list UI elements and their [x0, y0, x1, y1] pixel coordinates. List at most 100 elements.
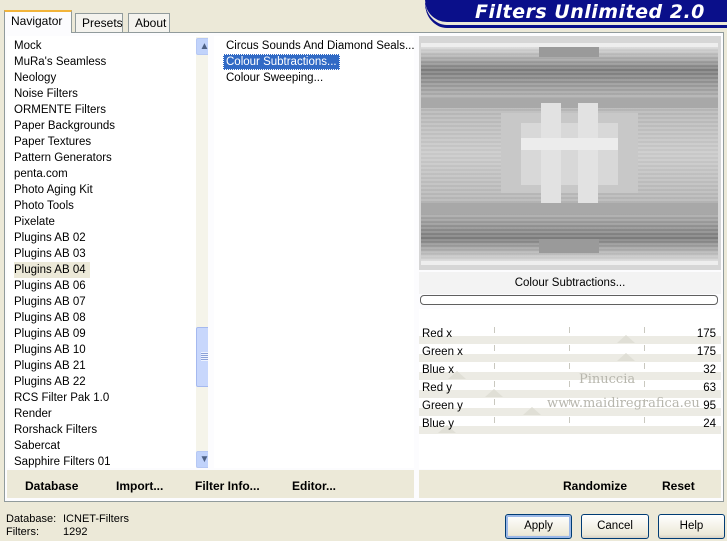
help-button[interactable]: Help	[658, 514, 725, 539]
category-item[interactable]: RCS Filter Pak 1.0	[14, 390, 113, 406]
apply-button[interactable]: Apply	[505, 514, 572, 539]
category-scrollbar[interactable]: ▲ ▼	[196, 37, 208, 468]
category-item[interactable]: Plugins AB 21	[14, 358, 90, 374]
category-item[interactable]: Plugins AB 04	[14, 262, 90, 278]
category-item[interactable]: Rorshack Filters	[14, 422, 101, 438]
slider-thumb[interactable]	[523, 407, 541, 415]
right-button-bar: Randomize Reset	[419, 470, 721, 498]
filters-count: 1292	[63, 526, 88, 538]
current-filter-name: Colour Subtractions...	[419, 272, 721, 294]
category-item[interactable]: Plugins AB 03	[14, 246, 90, 262]
category-item[interactable]: Photo Aging Kit	[14, 182, 97, 198]
preview-image	[421, 43, 718, 265]
app-title-banner: Filters Unlimited 2.0	[425, 0, 727, 25]
category-item[interactable]: Mock	[14, 38, 45, 54]
chevron-up-icon: ▲	[199, 41, 208, 52]
slider-tick	[569, 327, 570, 333]
param-label: Blue x	[422, 364, 454, 376]
param-slider[interactable]: Red x 175	[419, 326, 721, 344]
slider-tick	[644, 417, 645, 423]
scroll-up-button[interactable]: ▲	[196, 38, 208, 55]
category-item[interactable]: Plugins AB 22	[14, 374, 90, 390]
filter-list[interactable]: Circus Sounds And Diamond Seals... Colour…	[214, 36, 415, 468]
slider-tick	[494, 345, 495, 351]
param-value: 63	[703, 382, 716, 394]
param-slider[interactable]: Green x 175	[419, 344, 721, 362]
filters-label: Filters:	[6, 526, 39, 538]
category-item[interactable]: ORMENTE Filters	[14, 102, 110, 118]
slider-thumb[interactable]	[617, 353, 635, 361]
database-label: Database:	[6, 513, 57, 525]
category-item[interactable]: Plugins AB 02	[14, 230, 90, 246]
category-item[interactable]: Pixelate	[14, 214, 59, 230]
slider-tick	[644, 363, 645, 369]
category-item[interactable]: Pattern Generators	[14, 150, 116, 166]
category-item[interactable]: Plugins AB 06	[14, 278, 90, 294]
status-info: Database: ICNET-Filters Filters: 1292	[6, 513, 129, 539]
grip-icon	[201, 352, 208, 361]
param-label: Red x	[422, 328, 453, 340]
param-value: 24	[703, 418, 716, 430]
param-label: Green x	[422, 346, 463, 358]
slider-tick	[644, 381, 645, 387]
category-item[interactable]: Neology	[14, 70, 60, 86]
randomize-button[interactable]: Randomize	[563, 479, 627, 493]
filter-info-button[interactable]: Filter Info...	[195, 479, 260, 493]
slider-tick	[494, 363, 495, 369]
left-button-bar: Database Import... Filter Info... Editor…	[7, 470, 414, 498]
param-value: 32	[703, 364, 716, 376]
database-value: ICNET-Filters	[63, 513, 129, 525]
param-label: Green y	[422, 400, 463, 412]
param-value: 95	[703, 400, 716, 412]
category-item[interactable]: Sapphire Filters 01	[14, 454, 115, 468]
category-item[interactable]: Plugins AB 10	[14, 342, 90, 358]
slider-tick	[494, 327, 495, 333]
watermark-line2: www.maidiregrafica.eu	[547, 396, 700, 411]
slider-tick	[569, 417, 570, 423]
filter-item[interactable]: Circus Sounds And Diamond Seals...	[223, 38, 418, 54]
slider-tick	[644, 345, 645, 351]
category-item[interactable]: Photo Tools	[14, 198, 78, 214]
param-label: Blue y	[422, 418, 454, 430]
category-item[interactable]: Paper Textures	[14, 134, 95, 150]
slider-tick	[569, 381, 570, 387]
watermark-line1: Pinuccia	[579, 372, 636, 387]
category-item[interactable]: Render	[14, 406, 56, 422]
database-button[interactable]: Database	[25, 479, 78, 493]
category-item[interactable]: Plugins AB 09	[14, 326, 90, 342]
category-item[interactable]: MuRa's Seamless	[14, 54, 110, 70]
reset-button[interactable]: Reset	[662, 479, 695, 493]
tab-presets[interactable]: Presets	[75, 13, 123, 32]
progress-bar	[420, 295, 718, 305]
scroll-down-button[interactable]: ▼	[196, 451, 208, 468]
chevron-down-icon: ▼	[199, 454, 208, 465]
param-slider[interactable]: Blue y 24	[419, 416, 721, 434]
tab-navigator[interactable]: Navigator	[4, 10, 72, 33]
category-item[interactable]: Sabercat	[14, 438, 64, 454]
scrollbar-thumb[interactable]	[196, 327, 208, 387]
category-item[interactable]: penta.com	[14, 166, 72, 182]
slider-thumb[interactable]	[617, 335, 635, 343]
tab-about[interactable]: About	[128, 13, 170, 32]
slider-tick	[494, 381, 495, 387]
slider-thumb[interactable]	[485, 389, 503, 397]
cancel-button[interactable]: Cancel	[581, 514, 649, 539]
app-title: Filters Unlimited 2.0	[475, 1, 705, 23]
category-item[interactable]: Noise Filters	[14, 86, 82, 102]
import-button[interactable]: Import...	[116, 479, 163, 493]
param-value: 175	[696, 346, 716, 358]
category-item[interactable]: Plugins AB 07	[14, 294, 90, 310]
filter-item[interactable]: Colour Sweeping...	[223, 70, 326, 86]
category-item[interactable]: Plugins AB 08	[14, 310, 90, 326]
slider-tick	[569, 345, 570, 351]
editor-button[interactable]: Editor...	[292, 479, 336, 493]
category-item[interactable]: Paper Backgrounds	[14, 118, 119, 134]
slider-tick	[494, 417, 495, 423]
category-list[interactable]: ▲ ▼ Mock MuRa's Seamless Neology Noise Filt…	[7, 36, 208, 468]
filter-item[interactable]: Colour Subtractions...	[223, 54, 340, 70]
preview-pattern	[421, 43, 718, 265]
param-label: Red y	[422, 382, 453, 394]
param-slider[interactable]: Blue x 32	[419, 362, 721, 380]
slider-tick	[644, 327, 645, 333]
parameter-panel: Blue y 24 Green y 95 Red y 63 Blue x 32 Green x 1…	[419, 309, 721, 469]
